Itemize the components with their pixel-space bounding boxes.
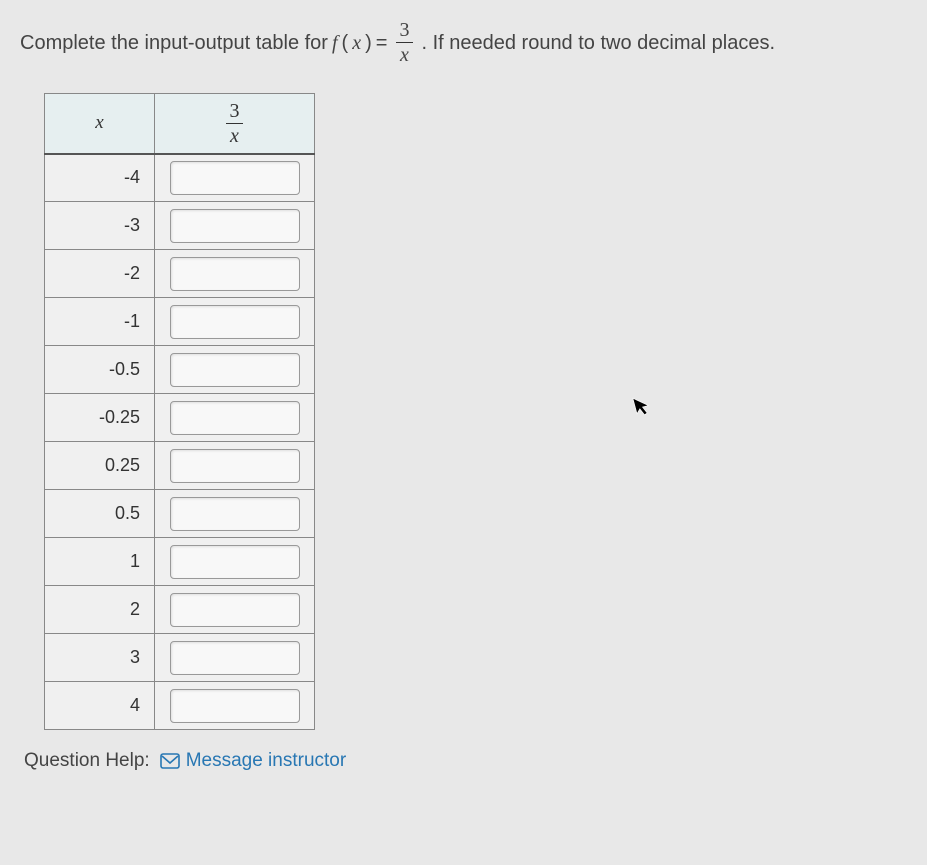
fx-value-cell xyxy=(155,298,315,346)
answer-input[interactable] xyxy=(170,689,300,723)
x-value-cell: 4 xyxy=(45,682,155,730)
func-name: f xyxy=(332,29,338,57)
table-body: -4-3-2-1-0.5-0.250.250.51234 xyxy=(45,154,315,730)
func-var: x xyxy=(352,29,361,57)
prompt-text-1: Complete the input-output table for xyxy=(20,29,328,57)
prompt-text-2: . If needed round to two decimal places. xyxy=(421,29,775,57)
answer-input[interactable] xyxy=(170,497,300,531)
answer-input[interactable] xyxy=(170,449,300,483)
table-row: -3 xyxy=(45,202,315,250)
x-value-cell: -4 xyxy=(45,154,155,202)
fx-value-cell xyxy=(155,346,315,394)
answer-input[interactable] xyxy=(170,593,300,627)
x-value-cell: -0.5 xyxy=(45,346,155,394)
x-value-cell: 0.5 xyxy=(45,490,155,538)
fx-value-cell xyxy=(155,634,315,682)
header-x: x xyxy=(45,94,155,154)
table-row: -2 xyxy=(45,250,315,298)
x-value-cell: 1 xyxy=(45,538,155,586)
answer-input[interactable] xyxy=(170,257,300,291)
x-value-cell: -0.25 xyxy=(45,394,155,442)
question-prompt: Complete the input-output table for f(x)… xyxy=(20,20,907,65)
table-row: 0.25 xyxy=(45,442,315,490)
answer-input[interactable] xyxy=(170,401,300,435)
equals-sign: = xyxy=(376,29,388,57)
table-row: -1 xyxy=(45,298,315,346)
fx-value-cell xyxy=(155,250,315,298)
x-value-cell: -1 xyxy=(45,298,155,346)
x-value-cell: 3 xyxy=(45,634,155,682)
answer-input[interactable] xyxy=(170,353,300,387)
table-row: 0.5 xyxy=(45,490,315,538)
table-row: 3 xyxy=(45,634,315,682)
fx-value-cell xyxy=(155,682,315,730)
message-instructor-link[interactable]: Message instructor xyxy=(160,750,347,772)
input-output-table: x 3 x -4-3-2-1-0.5-0.250.250.51234 xyxy=(44,93,315,730)
answer-input[interactable] xyxy=(170,305,300,339)
fx-value-cell xyxy=(155,394,315,442)
fx-value-cell xyxy=(155,154,315,202)
fx-value-cell xyxy=(155,442,315,490)
answer-input[interactable] xyxy=(170,545,300,579)
table-row: -4 xyxy=(45,154,315,202)
fx-value-cell xyxy=(155,538,315,586)
cursor-icon xyxy=(632,393,655,424)
x-value-cell: -2 xyxy=(45,250,155,298)
x-value-cell: 2 xyxy=(45,586,155,634)
answer-input[interactable] xyxy=(170,161,300,195)
x-value-cell: 0.25 xyxy=(45,442,155,490)
fraction-3-over-x: 3 x xyxy=(395,20,413,65)
header-fx: 3 x xyxy=(155,94,315,154)
answer-input[interactable] xyxy=(170,641,300,675)
help-label: Question Help: xyxy=(24,750,150,772)
table-row: 4 xyxy=(45,682,315,730)
table-row: 1 xyxy=(45,538,315,586)
fx-value-cell xyxy=(155,202,315,250)
fx-value-cell xyxy=(155,490,315,538)
table-row: 2 xyxy=(45,586,315,634)
answer-input[interactable] xyxy=(170,209,300,243)
table-row: -0.25 xyxy=(45,394,315,442)
help-link-text: Message instructor xyxy=(186,750,347,772)
mail-icon xyxy=(160,753,180,769)
x-value-cell: -3 xyxy=(45,202,155,250)
table-row: -0.5 xyxy=(45,346,315,394)
question-help-row: Question Help: Message instructor xyxy=(24,750,907,772)
fx-value-cell xyxy=(155,586,315,634)
